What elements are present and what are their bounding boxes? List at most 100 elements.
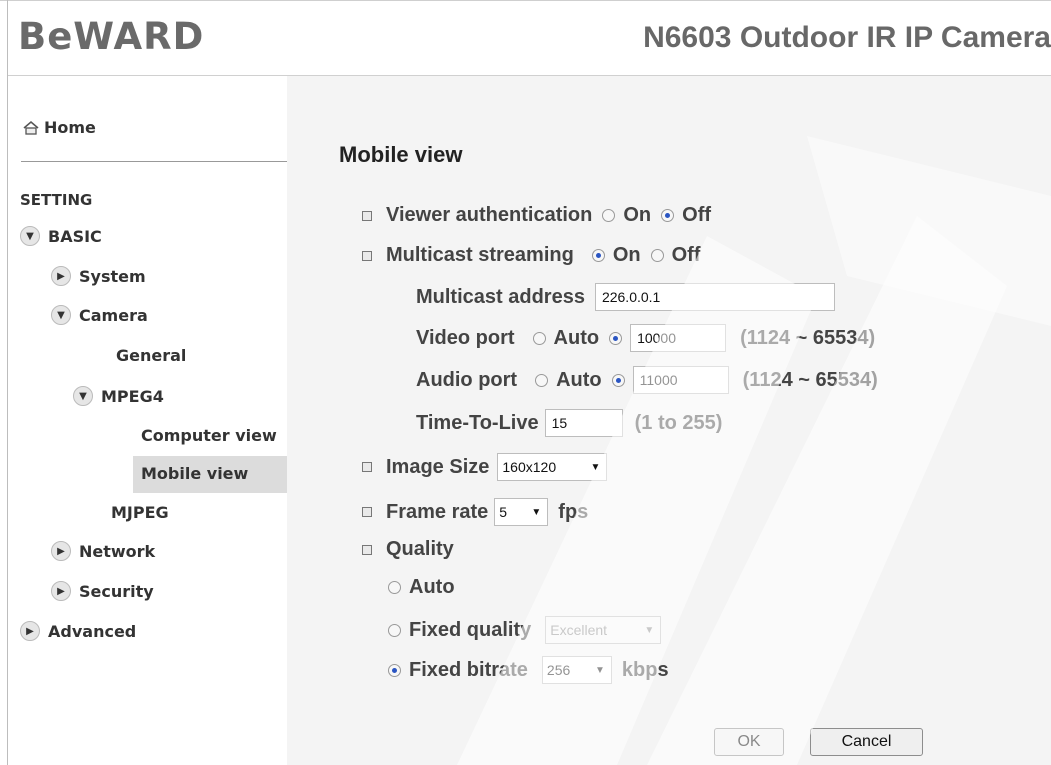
ttl-row: Time-To-Live 15 (1 to 255)	[416, 409, 722, 437]
nav-item-general[interactable]: General	[116, 346, 186, 365]
arrow-right-icon: ▶	[20, 621, 40, 641]
dropdown-caret-icon: ▼	[590, 461, 601, 473]
bullet-square-icon	[362, 250, 372, 261]
nav-item-label: System	[79, 266, 146, 286]
nav-item-label: Computer view	[141, 426, 277, 445]
video-port-input[interactable]: 10000	[630, 324, 727, 352]
nav-item-label: Network	[79, 541, 156, 561]
frame-rate-unit: fps	[558, 500, 589, 523]
audio-port-label: Audio port	[416, 368, 518, 391]
audio-port-input[interactable]: 11000	[632, 366, 729, 394]
viewer-auth-off-radio[interactable]	[661, 209, 675, 222]
page-header: BeWARD N6603 Outdoor IR IP Camera	[8, 1, 1051, 76]
dropdown-caret-icon: ▼	[595, 664, 605, 676]
arrow-down-icon: ▼	[73, 386, 93, 406]
image-size-value: 160x120	[502, 459, 557, 475]
image-size-label: Image Size	[386, 455, 490, 478]
nav-item-network[interactable]: ▶ Network	[51, 541, 155, 561]
nav-item-computer-view[interactable]: Computer view	[141, 426, 277, 445]
audio-port-auto-label: Auto	[556, 368, 602, 391]
quality-bitrate-radio[interactable]	[388, 663, 401, 677]
arrow-right-icon: ▶	[51, 581, 71, 601]
audio-port-row: Audio port Auto 11000 (1124 ~ 65534)	[416, 366, 878, 394]
video-port-manual-radio[interactable]	[609, 331, 623, 345]
nav-item-label: Mobile view	[141, 464, 249, 483]
frame-rate-row: Frame rate 5 ▼ fps	[362, 498, 588, 526]
dropdown-caret-icon: ▼	[644, 624, 655, 636]
nav-item-mobile-view[interactable]: Mobile view	[141, 464, 248, 483]
fixed-quality-value: Excellent	[550, 622, 608, 638]
nav-item-label: MPEG4	[101, 386, 164, 406]
home-icon	[22, 119, 40, 137]
multicast-address-input[interactable]: 226.0.0.1	[594, 283, 835, 311]
nav-item-basic[interactable]: ▼ BASIC	[20, 226, 102, 246]
brand-logo: BeWARD	[18, 15, 205, 58]
quality-bitrate-row: Fixed bitrate 256 ▼ kbps	[384, 656, 669, 684]
viewer-auth-row: Viewer authentication On Off	[362, 204, 711, 227]
multicast-address-label: Multicast address	[416, 285, 585, 308]
viewer-auth-on-radio[interactable]	[602, 209, 616, 222]
quality-bitrate-label: Fixed bitrate	[409, 658, 528, 681]
frame-rate-label: Frame rate	[386, 500, 489, 523]
bullet-square-icon	[362, 507, 372, 517]
multicast-on-label: On	[612, 244, 641, 266]
ok-button[interactable]: OK	[714, 728, 784, 756]
fixed-bitrate-value: 256	[546, 662, 571, 678]
viewer-auth-off-label: Off	[682, 204, 712, 226]
quality-fixed-row: Fixed quality Excellent ▼	[384, 616, 662, 644]
nav-item-system[interactable]: ▶ System	[51, 266, 146, 286]
nav-item-advanced[interactable]: ▶ Advanced	[20, 621, 136, 641]
ttl-input[interactable]: 15	[544, 409, 623, 437]
nav-item-security[interactable]: ▶ Security	[51, 581, 154, 601]
nav-home-link[interactable]: Home	[22, 118, 96, 137]
audio-port-auto-radio[interactable]	[535, 373, 549, 387]
video-port-auto-radio[interactable]	[532, 331, 546, 345]
quality-auto-label: Auto	[409, 576, 455, 598]
ttl-range: (1 to 255)	[634, 411, 723, 434]
audio-port-manual-radio[interactable]	[611, 373, 625, 387]
nav-item-mjpeg[interactable]: MJPEG	[111, 503, 169, 522]
quality-fixed-label: Fixed quality	[409, 618, 532, 641]
nav-item-label: Camera	[79, 305, 148, 325]
nav-divider	[21, 161, 287, 162]
quality-fixed-radio[interactable]	[388, 623, 401, 637]
nav-item-mpeg4[interactable]: ▼ MPEG4	[73, 386, 164, 406]
fixed-quality-select[interactable]: Excellent ▼	[545, 616, 662, 644]
multicast-row: Multicast streaming On Off	[362, 244, 701, 267]
image-size-row: Image Size 160x120 ▼	[362, 453, 608, 481]
bitrate-unit: kbps	[621, 658, 669, 681]
multicast-off-label: Off	[671, 244, 701, 266]
dropdown-caret-icon: ▼	[531, 506, 542, 518]
nav-item-label: BASIC	[48, 226, 102, 246]
nav-item-label: General	[116, 346, 187, 365]
multicast-label: Multicast streaming	[386, 244, 574, 266]
video-port-auto-label: Auto	[553, 326, 600, 349]
multicast-on-radio[interactable]	[591, 249, 605, 262]
viewer-auth-on-label: On	[623, 204, 652, 226]
arrow-down-icon: ▼	[20, 226, 40, 246]
bullet-square-icon	[362, 210, 372, 221]
frame-rate-select[interactable]: 5 ▼	[494, 498, 549, 526]
audio-port-range: (1124 ~ 65534)	[742, 368, 878, 391]
video-port-range: (1124 ~ 65534)	[740, 326, 876, 349]
video-port-label: Video port	[416, 326, 515, 349]
settings-content: Mobile view Viewer authentication On Off…	[287, 76, 1051, 765]
nav-item-label: Security	[79, 581, 154, 601]
quality-auto-radio[interactable]	[388, 581, 401, 594]
arrow-right-icon: ▶	[51, 541, 71, 561]
cancel-button[interactable]: Cancel	[810, 728, 923, 756]
page-title: Mobile view	[339, 142, 463, 167]
bullet-square-icon	[362, 462, 372, 472]
nav-home-label: Home	[44, 118, 96, 137]
multicast-off-radio[interactable]	[650, 249, 664, 262]
ttl-label: Time-To-Live	[416, 411, 539, 434]
multicast-address-row: Multicast address 226.0.0.1	[416, 283, 835, 311]
nav-item-camera[interactable]: ▼ Camera	[51, 305, 148, 325]
image-size-select[interactable]: 160x120 ▼	[497, 453, 608, 481]
fixed-bitrate-select[interactable]: 256 ▼	[541, 656, 612, 684]
bullet-square-icon	[362, 544, 372, 555]
viewer-auth-label: Viewer authentication	[386, 204, 593, 226]
arrow-down-icon: ▼	[51, 305, 71, 325]
video-port-row: Video port Auto 10000 (1124 ~ 65534)	[416, 324, 875, 352]
frame-rate-value: 5	[499, 504, 508, 520]
